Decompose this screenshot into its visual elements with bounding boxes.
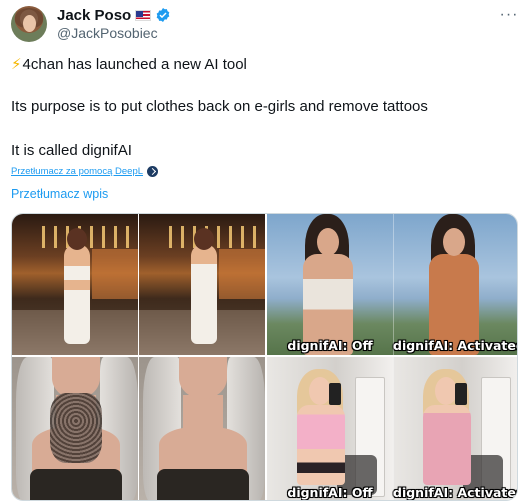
caption-dignifai-off: dignifAI: Off <box>287 485 373 500</box>
tweet-text-line-2: Its purpose is to put clothes back on e-… <box>11 98 428 115</box>
avatar[interactable] <box>11 6 47 42</box>
lightning-icon: ⚡ <box>11 56 22 73</box>
caption-dignifai-activated: dignifAI: Activated <box>393 485 518 500</box>
photo-mirror-before: dignifAI: Off <box>267 357 393 500</box>
photo-coast-after: dignifAI: Activated <box>393 214 518 355</box>
photo-mirror-comparison[interactable]: dignifAI: Off dignifAI: Activated <box>267 357 518 500</box>
tweet-text-line-1: 4chan has launched a new AI tool <box>22 56 247 73</box>
deepl-translation-note[interactable]: Przetłumacz za pomocą DeepL <box>11 166 159 177</box>
caption-dignifai-off: dignifAI: Off <box>287 338 373 353</box>
deepl-translation-label[interactable]: Przetłumacz za pomocą DeepL <box>11 166 143 177</box>
author-name-row: Jack Poso <box>57 6 171 24</box>
more-options-button[interactable]: ··· <box>498 6 520 24</box>
author-handle[interactable]: @JackPosobiec <box>57 25 158 41</box>
photo-coast-comparison[interactable]: dignifAI: Off dignifAI: Activated <box>267 214 518 355</box>
tweet-text-line-3: It is called dignifAI <box>11 142 132 159</box>
tweet-text-line: ⚡4chan has launched a new AI tool <box>11 55 247 73</box>
photo-street-before <box>12 214 138 355</box>
tweet-card: Jack Poso @JackPosobiec ··· ⚡4chan has l… <box>0 0 527 504</box>
photo-street-after <box>139 214 265 355</box>
caption-dignifai-activated: dignifAI: Activated <box>393 338 518 353</box>
verified-badge-icon[interactable] <box>155 7 171 23</box>
author-display-name[interactable]: Jack Poso <box>57 7 131 24</box>
deepl-icon <box>147 166 159 177</box>
us-flag-icon <box>135 9 152 21</box>
photo-tattoo-comparison[interactable] <box>12 357 265 500</box>
photo-tattoo-before <box>12 357 138 500</box>
photo-tattoo-after <box>139 357 265 500</box>
translate-post-link[interactable]: Przetłumacz wpis <box>11 187 108 201</box>
more-options-icon: ··· <box>499 6 519 23</box>
photo-mirror-after: dignifAI: Activated <box>393 357 518 500</box>
media-grid: dignifAI: Off dignifAI: Activated dignif… <box>11 213 518 501</box>
photo-street-comparison[interactable] <box>12 214 265 355</box>
photo-coast-before: dignifAI: Off <box>267 214 393 355</box>
